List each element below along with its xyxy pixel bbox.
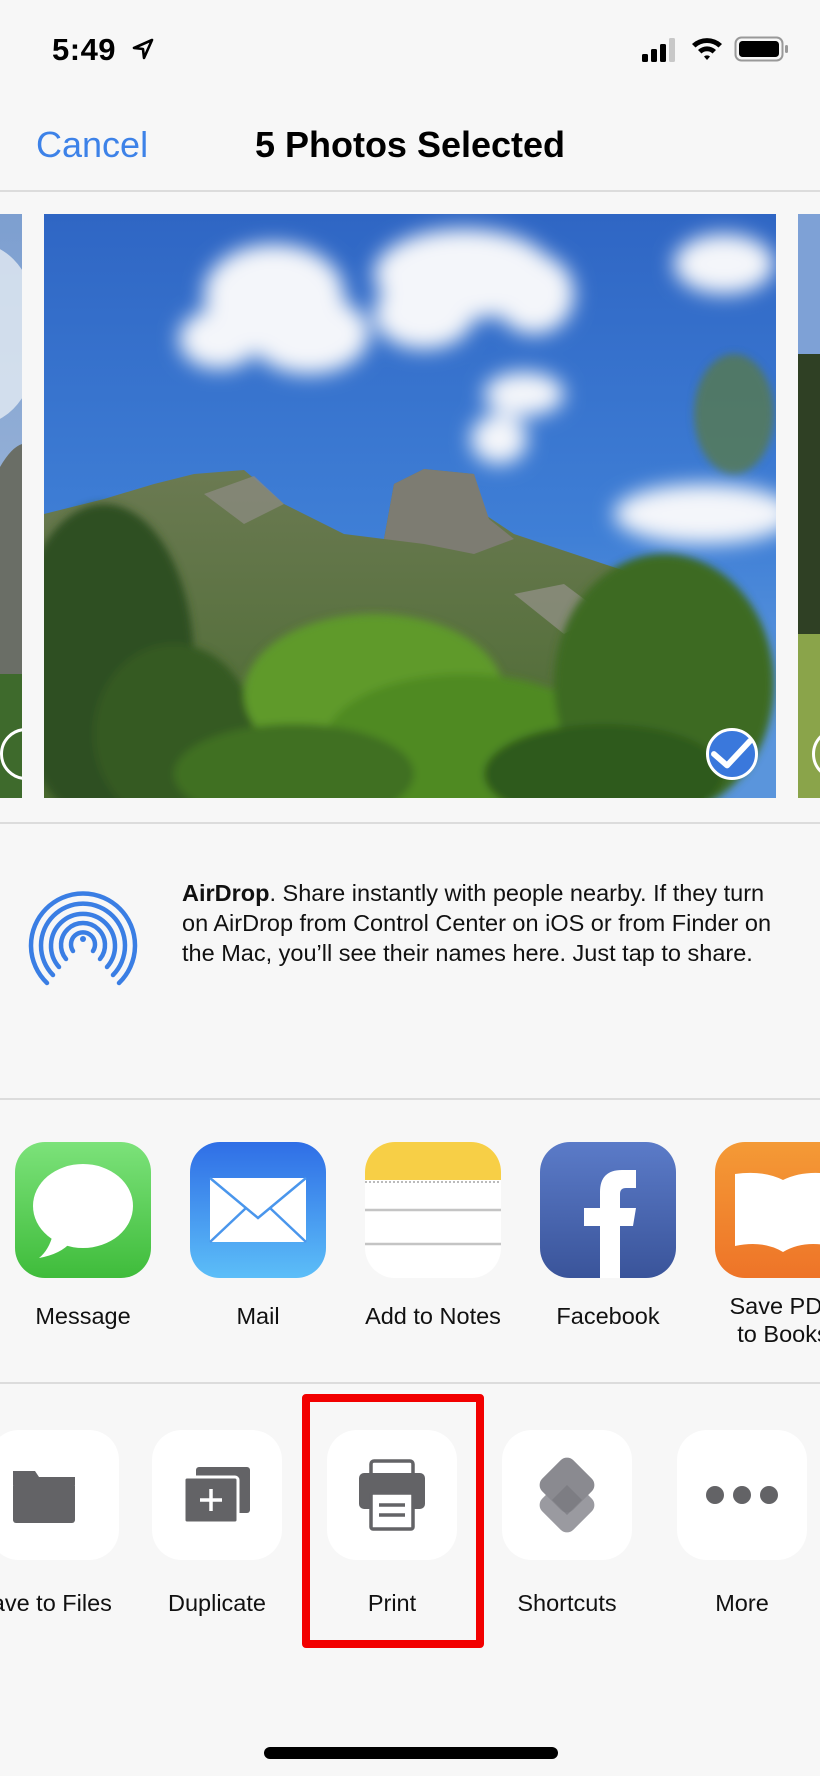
- shortcuts-icon: [502, 1430, 632, 1560]
- notes-app-icon: [365, 1142, 501, 1278]
- status-bar: 5:49: [0, 0, 820, 100]
- home-indicator[interactable]: [264, 1747, 558, 1759]
- photo-carousel[interactable]: [0, 194, 820, 824]
- landscape-photo: [798, 214, 820, 798]
- share-app-facebook[interactable]: Facebook: [528, 1142, 688, 1330]
- share-app-message[interactable]: Message: [3, 1142, 163, 1330]
- duplicate-icon: [152, 1430, 282, 1560]
- wifi-icon: [692, 38, 722, 60]
- status-time: 5:49: [52, 32, 117, 67]
- facebook-app-icon: [540, 1142, 676, 1278]
- landscape-photo: [44, 214, 776, 798]
- battery-icon: [734, 36, 788, 62]
- more-icon: [677, 1430, 807, 1560]
- photo-thumbnail-next[interactable]: [798, 214, 820, 798]
- messages-app-icon: [15, 1142, 151, 1278]
- action-duplicate[interactable]: Duplicate: [137, 1430, 297, 1617]
- share-app-books[interactable]: Save PDFto Books: [703, 1142, 820, 1348]
- mail-app-icon: [190, 1142, 326, 1278]
- airdrop-section: AirDrop. Share instantly with people nea…: [0, 826, 820, 1100]
- folder-icon: [0, 1430, 119, 1560]
- photo-thumbnail-current[interactable]: [44, 214, 776, 798]
- share-app-mail[interactable]: Mail: [178, 1142, 338, 1330]
- books-app-icon: [715, 1142, 820, 1278]
- share-apps-row[interactable]: Message Mail Add to Notes Facebook Save …: [0, 1102, 820, 1384]
- landscape-photo: [0, 214, 22, 798]
- share-app-notes[interactable]: Add to Notes: [353, 1142, 513, 1330]
- actions-row[interactable]: Save to Files Duplicate Print: [0, 1386, 820, 1636]
- action-shortcuts[interactable]: Shortcuts: [487, 1430, 647, 1617]
- printer-icon: [327, 1430, 457, 1560]
- location-arrow-icon: [132, 38, 154, 60]
- airdrop-title: AirDrop: [182, 880, 270, 906]
- airdrop-icon[interactable]: [26, 882, 140, 996]
- nav-bar: 5 Photos Selected Cancel: [0, 100, 820, 192]
- photo-thumbnail-previous[interactable]: [0, 214, 22, 798]
- action-save-to-files[interactable]: Save to Files: [0, 1430, 134, 1617]
- cellular-signal-icon: [642, 38, 675, 62]
- cancel-button[interactable]: Cancel: [36, 124, 148, 166]
- selected-check-badge: [706, 728, 758, 780]
- action-print[interactable]: Print: [312, 1430, 472, 1617]
- airdrop-description: AirDrop. Share instantly with people nea…: [182, 880, 772, 966]
- action-more[interactable]: More: [662, 1430, 820, 1617]
- checkmark-icon: [711, 737, 753, 769]
